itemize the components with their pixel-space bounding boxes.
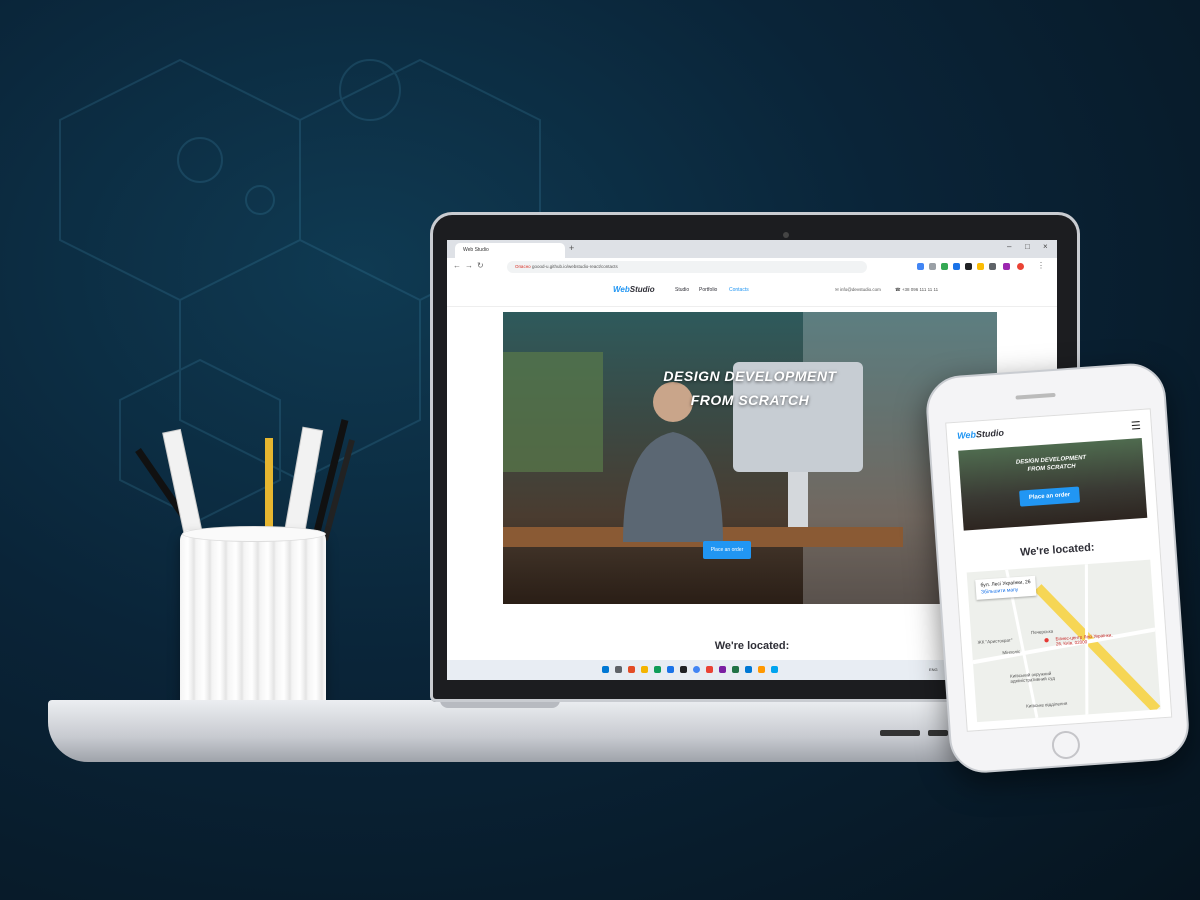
map-address-card: бул. Лесі Українки, 26 Збільшити мапу <box>975 575 1037 600</box>
extension-icon[interactable] <box>917 263 924 270</box>
phone-speaker <box>1015 392 1056 400</box>
taskbar-lang[interactable]: ENG <box>929 667 938 672</box>
folder-icon[interactable] <box>641 666 648 673</box>
forward-icon[interactable]: → <box>465 261 473 270</box>
url-warning: Опасно <box>515 264 531 269</box>
browser-tab-bar: Web Studio + – □ × <box>447 240 1057 258</box>
menu-dots-icon[interactable]: ⋮ <box>1037 261 1045 270</box>
app-icon[interactable] <box>654 666 661 673</box>
extension-icon[interactable] <box>953 263 960 270</box>
extension-icon[interactable] <box>977 263 984 270</box>
extension-icon[interactable] <box>965 263 972 270</box>
laptop-base <box>48 700 988 762</box>
chrome-icon[interactable] <box>693 666 700 673</box>
phone-site-logo[interactable]: WebStudio <box>957 428 1004 441</box>
hero-title-line2: FROM SCRATCH <box>690 392 810 408</box>
phone-map[interactable]: бул. Лесі Українки, 26 Збільшити мапу Пе… <box>966 559 1161 723</box>
phone-logo-web: Web <box>956 429 977 441</box>
pencil-cup <box>180 530 326 720</box>
phone-located-title: We're located: <box>1019 541 1095 559</box>
app-icon[interactable] <box>680 666 687 673</box>
browser-address-bar: ← → ↻ Опасно goood-u.github.io/webstudio… <box>447 258 1057 277</box>
hero-title: DESIGN DEVELOPMENT FROM SCRATCH <box>503 364 997 412</box>
laptop-camera <box>783 232 789 238</box>
phone-logo-studio: Studio <box>975 427 1005 440</box>
logo-studio: Studio <box>629 285 655 294</box>
phone-hero: DESIGN DEVELOPMENT FROM SCRATCH Place an… <box>958 437 1148 531</box>
app-icon[interactable] <box>758 666 765 673</box>
search-icon[interactable] <box>615 666 622 673</box>
extension-icon[interactable] <box>1003 263 1010 270</box>
hero-section: DESIGN DEVELOPMENT FROM SCRATCH Place an… <box>503 312 997 604</box>
tab-title: Web Studio <box>463 247 489 253</box>
minimize-icon[interactable]: – <box>1007 242 1011 251</box>
header-phone[interactable]: ☎ +38 096 111 11 11 <box>895 287 938 293</box>
vscode-icon[interactable] <box>745 666 752 673</box>
nav-studio[interactable]: Studio <box>675 287 689 293</box>
profile-avatar[interactable] <box>1017 263 1024 270</box>
app-icon[interactable] <box>719 666 726 673</box>
email-text: info@devstudio.com <box>840 287 881 292</box>
maximize-icon[interactable]: □ <box>1025 242 1030 251</box>
site-logo[interactable]: WebStudio <box>613 285 655 294</box>
laptop-port <box>880 730 920 736</box>
laptop-port <box>928 730 948 736</box>
map-marker-icon[interactable]: ● <box>1043 635 1050 646</box>
start-icon[interactable] <box>602 666 609 673</box>
phone-place-order-button[interactable]: Place an order <box>1019 486 1081 507</box>
phone-screen: WebStudio ☰ DESIGN DEVELOPMENT FROM SCRA… <box>945 408 1173 732</box>
phone-home-button[interactable] <box>1051 730 1081 760</box>
app-icon[interactable] <box>667 666 674 673</box>
app-icon[interactable] <box>628 666 635 673</box>
site-header: WebStudio Studio Portfolio Contacts ✉ in… <box>447 276 1057 307</box>
nav-portfolio[interactable]: Portfolio <box>699 287 717 293</box>
excel-icon[interactable] <box>732 666 739 673</box>
new-tab-icon[interactable]: + <box>569 243 574 253</box>
url-input[interactable]: Опасно goood-u.github.io/webstudio-react… <box>507 261 867 273</box>
extension-icon[interactable] <box>989 263 996 270</box>
smartphone: WebStudio ☰ DESIGN DEVELOPMENT FROM SCRA… <box>924 361 1192 776</box>
phone-hero-title: DESIGN DEVELOPMENT FROM SCRATCH <box>959 450 1144 479</box>
url-text: goood-u.github.io/webstudio-react/contac… <box>531 264 618 269</box>
back-icon[interactable]: ← <box>453 261 461 270</box>
hero-photo <box>503 312 997 604</box>
pencil-cup-rim <box>182 526 326 542</box>
reload-icon[interactable]: ↻ <box>477 261 484 270</box>
browser-tab[interactable]: Web Studio <box>455 243 565 258</box>
phone-text: +38 096 111 11 11 <box>901 287 939 292</box>
header-email[interactable]: ✉ info@devstudio.com <box>835 287 881 293</box>
extension-icon[interactable] <box>941 263 948 270</box>
logo-web: Web <box>613 285 630 294</box>
app-icon[interactable] <box>771 666 778 673</box>
hero-title-line1: DESIGN DEVELOPMENT <box>663 368 837 384</box>
close-icon[interactable]: × <box>1043 242 1048 251</box>
extension-icon[interactable] <box>929 263 936 270</box>
place-order-button[interactable]: Place an order <box>703 541 751 559</box>
hamburger-menu-icon[interactable]: ☰ <box>1131 419 1142 433</box>
app-icon[interactable] <box>706 666 713 673</box>
nav-contacts[interactable]: Contacts <box>729 287 749 293</box>
